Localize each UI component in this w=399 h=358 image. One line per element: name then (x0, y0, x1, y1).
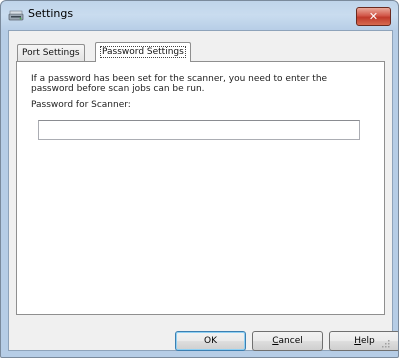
close-icon: ✕ (368, 10, 379, 23)
tab-password-settings-label: Password Settings (100, 46, 186, 58)
close-button[interactable]: ✕ (356, 7, 391, 26)
dialog-body: Port Settings Password Settings If a pas… (8, 30, 398, 351)
window-title: Settings (28, 7, 74, 20)
password-description: If a password has been set for the scann… (31, 74, 328, 94)
ok-button[interactable]: OK (175, 331, 246, 351)
cancel-label-rest: ancel (278, 336, 303, 346)
help-label-rest: elp (361, 336, 375, 346)
password-input[interactable] (38, 120, 360, 140)
cancel-button[interactable]: Cancel (252, 331, 323, 351)
tab-port-settings[interactable]: Port Settings (17, 44, 85, 61)
settings-window: Settings ✕ Port Settings Password Settin… (0, 0, 399, 358)
help-mnemonic: H (354, 336, 361, 346)
scanner-icon (8, 10, 24, 21)
title-bar[interactable]: Settings ✕ (1, 1, 398, 29)
tab-password-settings[interactable]: Password Settings (95, 42, 191, 62)
password-field-label: Password for Scanner: (31, 100, 131, 110)
resize-grip-icon[interactable] (380, 338, 390, 348)
